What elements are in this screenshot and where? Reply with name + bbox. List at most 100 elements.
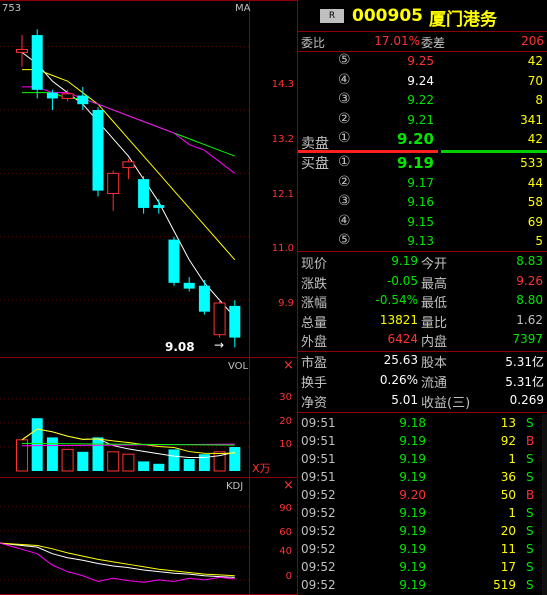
level-index: ② (338, 110, 351, 127)
tick-volume: 11 (500, 542, 516, 556)
candle-body (229, 305, 241, 338)
candle-body (46, 92, 58, 99)
tick-side: S (526, 542, 534, 556)
tick-time: 09:52 (301, 578, 336, 592)
tick-row[interactable]: 09:52 9.19 1 S (298, 504, 547, 522)
tick-volume: 519 (493, 578, 516, 592)
bid-level-row[interactable]: ② 9.17 44 (298, 174, 547, 193)
stock-header: R 000905 厦门港务 (298, 0, 547, 32)
volume-bar (16, 439, 28, 472)
tick-volume: 1 (508, 452, 516, 466)
vol-axis-label: 20 (279, 416, 292, 427)
tick-row[interactable]: 09:51 9.19 92 B (298, 432, 547, 450)
bid-price: 9.13 (407, 234, 434, 249)
ask-level-row[interactable]: ② 9.21 341 (298, 111, 547, 130)
ask-price: 9.20 (396, 130, 434, 149)
quote-label: 内盘 (421, 335, 448, 351)
quote-value: -0.05 (386, 273, 418, 288)
volume-bar (138, 461, 150, 471)
quote-value: 9.19 (391, 254, 418, 268)
tick-row[interactable]: 09:52 9.19 519 S (298, 576, 547, 594)
ask-volume: 70 (527, 73, 543, 88)
level-index: ⑤ (338, 52, 351, 68)
tick-price: 9.20 (399, 488, 426, 502)
tick-volume: 17 (500, 560, 516, 574)
quote-value: -0.54% (375, 293, 418, 308)
tick-price: 9.19 (399, 524, 426, 538)
tick-side: B (526, 434, 535, 448)
stock-name: 厦门港务 (429, 10, 497, 30)
quote-value: 1.62 (516, 312, 543, 327)
fundamental-row: 净资 5.01 收益(三) 0.269 (298, 391, 547, 411)
bid-level-row[interactable]: ④ 9.15 69 (298, 213, 547, 232)
ask-level-row[interactable]: ④ 9.24 70 (298, 72, 547, 91)
bid-level-row[interactable]: ① 9.19 533 (298, 154, 547, 173)
tick-time: 09:51 (301, 416, 336, 430)
tick-row[interactable]: 09:52 9.19 11 S (298, 540, 547, 558)
ask-level-row[interactable]: ③ 9.22 8 (298, 91, 547, 110)
quote-row: 涨幅 -0.54% 最低 8.80 (298, 291, 547, 312)
ma-line (21, 51, 236, 318)
ask-price: 9.21 (407, 112, 434, 127)
tick-side: S (526, 524, 534, 538)
bid-level-row[interactable]: ③ 9.16 58 (298, 193, 547, 212)
price-axis-label: 13.2 (271, 134, 294, 145)
weicha-label: 委差 (421, 36, 446, 50)
fund-value: 5.01 (391, 393, 418, 407)
bid-level-row[interactable]: ⑤ 9.13 5 (298, 232, 547, 251)
candle-body (138, 179, 150, 208)
quote-value: 6424 (387, 332, 418, 347)
ask-level-row[interactable]: ① 9.20 42 (298, 130, 547, 149)
price-axis-label: 14.3 (271, 79, 294, 90)
tick-price: 9.19 (399, 578, 426, 592)
ask-price: 9.24 (407, 73, 434, 88)
kline-chart-panel[interactable]: 753 MA 14.3 13.2 12.1 11.0 9.9 9.08 → VO… (0, 0, 298, 595)
tick-row[interactable]: 09:51 9.18 13 S (298, 414, 547, 432)
tick-side: S (526, 452, 534, 466)
tick-price: 9.19 (399, 470, 426, 484)
level-index: ③ (338, 193, 351, 210)
quote-label: 最高 (421, 276, 448, 292)
ask-volume: 8 (535, 93, 543, 108)
tick-time: 09:52 (301, 506, 336, 520)
level-index: ① (338, 130, 351, 147)
kdj-axis-label: 60 (279, 527, 292, 538)
tick-row[interactable]: 09:51 9.19 1 S (298, 450, 547, 468)
candle-body (31, 35, 43, 90)
quote-label: 涨跌 (301, 276, 328, 292)
level-index: ⑤ (338, 232, 351, 249)
kdj-axis-label: 40 (279, 546, 292, 557)
volume-bar (77, 451, 89, 471)
tick-row[interactable]: 09:51 9.19 36 S (298, 468, 547, 486)
weibi-value: 17.01% (374, 34, 420, 48)
tick-price: 9.19 (399, 542, 426, 556)
kdj-axis-label: 0 (285, 571, 292, 582)
fundamental-row: 市盈 25.63 股本 5.31亿 (298, 351, 547, 371)
candle-body (122, 161, 135, 169)
candle-body (92, 109, 104, 191)
fund-label: 净资 (301, 396, 328, 411)
tick-scrollbar[interactable] (542, 414, 547, 595)
chart-canvas[interactable] (0, 0, 249, 595)
quote-label: 涨幅 (301, 296, 328, 312)
quote-label: 最低 (421, 296, 448, 312)
tick-row[interactable]: 09:52 9.19 17 S (298, 558, 547, 576)
vol-axis-label: 10 (279, 439, 292, 450)
candle-body (153, 205, 165, 208)
close-icon[interactable]: × (283, 358, 294, 373)
tick-time: 09:51 (301, 470, 336, 484)
vol-axis-label: 30 (279, 392, 292, 403)
quote-value: 8.83 (516, 254, 543, 268)
tick-volume: 36 (500, 470, 516, 484)
tick-volume: 1 (508, 506, 516, 520)
quote-label: 今开 (421, 257, 448, 272)
tick-row[interactable]: 09:52 9.19 20 S (298, 522, 547, 540)
ask-level-row[interactable]: ⑤ 9.25 42 (298, 52, 547, 71)
tick-row[interactable]: 09:52 9.20 50 B (298, 486, 547, 504)
candle-body (77, 95, 89, 105)
fund-value: 0.269 (509, 393, 544, 407)
volume-bar (229, 447, 241, 471)
stock-code: 000905 (352, 6, 423, 26)
bid-volume: 533 (520, 156, 543, 170)
close-icon[interactable]: × (283, 478, 294, 493)
